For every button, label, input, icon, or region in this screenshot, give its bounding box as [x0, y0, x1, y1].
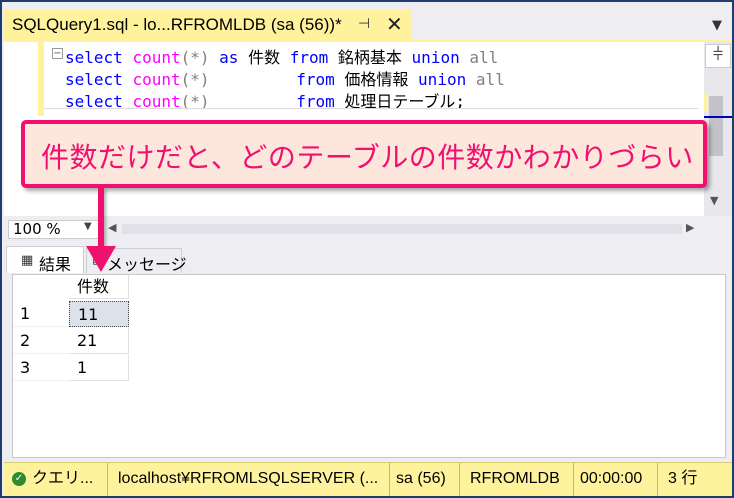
server-name: localhost¥RFROMLSQLSERVER (... — [108, 463, 390, 496]
table-name: 価格情報 — [344, 70, 409, 89]
collapse-icon[interactable]: − — [52, 48, 63, 59]
row-number[interactable]: 2 — [13, 328, 69, 354]
document-tab[interactable]: SQLQuery1.sql - lo...RFROMLDB (sa (56))*… — [4, 10, 412, 42]
callout-text: 件数だけだと、どのテーブルの件数かわかりづらい — [41, 141, 694, 174]
keyword-union: union — [411, 48, 460, 67]
tab-messages-label: メッセージ — [107, 255, 187, 274]
table-name: 銘柄基本 — [337, 48, 402, 67]
code-line-2: select count(*) from 価格情報 union all — [65, 66, 505, 90]
close-icon[interactable]: ✕ — [386, 12, 403, 36]
editor-scroll-thumb[interactable] — [709, 96, 723, 156]
grid-cell[interactable]: 11 — [69, 301, 129, 327]
query-status: ✓ クエリ... — [4, 463, 108, 496]
count-args: (*) — [180, 70, 210, 89]
callout-arrow-shaft — [98, 188, 104, 248]
tab-results-label: 結果 — [39, 255, 72, 274]
keyword-all: all — [469, 48, 499, 67]
scroll-caret-marker — [704, 116, 732, 118]
change-tracking-margin — [38, 42, 44, 116]
current-line-indicator — [44, 108, 698, 109]
scroll-right-icon[interactable]: ▶ — [686, 221, 694, 234]
pin-icon[interactable]: ⊣ — [358, 16, 370, 32]
keyword-union: union — [418, 70, 467, 89]
annotation-callout: 件数だけだと、どのテーブルの件数かわかりづらい — [21, 120, 707, 188]
status-bar: ✓ クエリ... localhost¥RFROMLSQLSERVER (... … — [4, 462, 732, 496]
function-count: count — [132, 48, 181, 67]
results-grid[interactable]: 件数 1 11 2 21 3 1 — [12, 274, 726, 458]
tab-results[interactable]: ▦ 結果 — [6, 246, 84, 274]
function-count: count — [132, 70, 181, 89]
grid-cell[interactable]: 21 — [69, 328, 129, 354]
column-header[interactable]: 件数 — [69, 275, 129, 299]
scroll-left-icon[interactable]: ◀ — [108, 221, 116, 234]
table-row[interactable]: 3 1 — [13, 355, 129, 381]
table-row[interactable]: 2 21 — [13, 328, 129, 354]
scroll-change-marker — [704, 94, 708, 112]
zoom-dropdown-icon[interactable]: ▼ — [84, 221, 92, 232]
document-tab-strip: SQLQuery1.sql - lo...RFROMLDB (sa (56))*… — [4, 4, 732, 42]
document-tab-title: SQLQuery1.sql - lo...RFROMLDB (sa (56))* — [12, 15, 342, 34]
database-name: RFROMLDB — [460, 463, 574, 496]
horizontal-scrollbar[interactable] — [122, 224, 682, 234]
query-status-text: クエリ... — [32, 470, 94, 487]
success-icon: ✓ — [12, 472, 26, 486]
zoom-bar: 100 % ▼ ◀ ▶ — [4, 218, 732, 240]
alias-text: 件数 — [248, 48, 281, 67]
count-args: (*) — [180, 48, 210, 67]
keyword-from: from — [296, 70, 335, 89]
scroll-down-icon[interactable]: ▼ — [710, 194, 718, 207]
table-row[interactable]: 1 11 — [13, 301, 129, 327]
keyword-all: all — [475, 70, 505, 89]
keyword-select: select — [65, 70, 123, 89]
keyword-from: from — [289, 48, 329, 67]
ssms-window: SQLQuery1.sql - lo...RFROMLDB (sa (56))*… — [0, 0, 734, 498]
user-name: sa (56) — [390, 463, 460, 496]
grid-cell[interactable]: 1 — [69, 355, 129, 381]
keyword-select: select — [65, 48, 123, 67]
elapsed-time: 00:00:00 — [574, 463, 658, 496]
tab-list-dropdown-icon[interactable]: ▼ — [712, 18, 722, 33]
row-count: 3 行 — [668, 470, 698, 487]
row-number[interactable]: 1 — [13, 301, 69, 327]
callout-arrow-head — [86, 246, 116, 272]
code-line-1: select count(*) as 件数 from 銘柄基本 union al… — [65, 44, 498, 68]
zoom-value: 100 % — [13, 220, 61, 238]
row-number[interactable]: 3 — [13, 355, 69, 381]
split-window-icon[interactable]: ⫩ — [705, 44, 731, 68]
keyword-as: as — [219, 48, 239, 67]
grid-icon: ▦ — [21, 253, 34, 268]
